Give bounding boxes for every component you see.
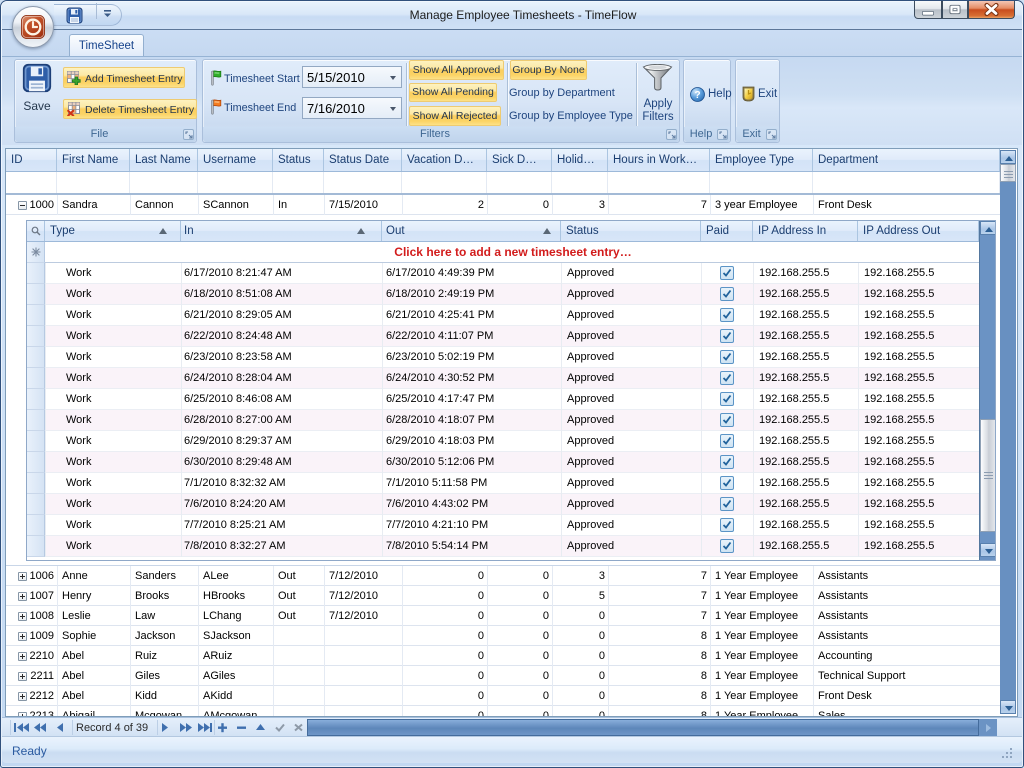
svg-text:?: ?: [694, 90, 700, 101]
